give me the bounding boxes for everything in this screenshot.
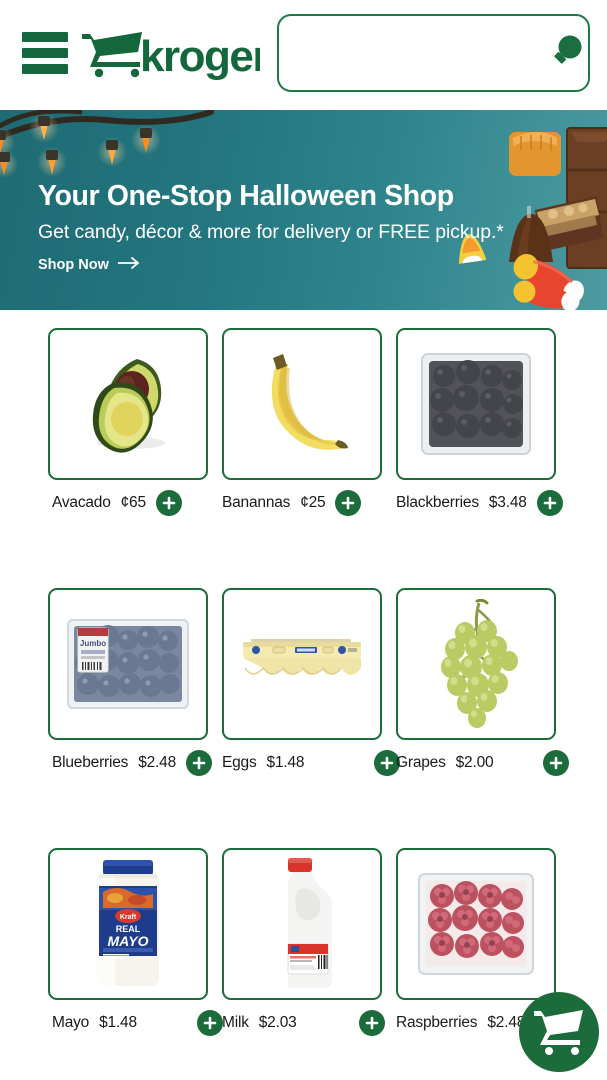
product-price: $2.48 xyxy=(138,754,176,771)
banner-text-block: Your One-Stop Halloween Shop Get candy, … xyxy=(38,180,504,273)
product-image-tile[interactable]: Jumbo xyxy=(48,588,208,740)
banana-image xyxy=(242,344,362,464)
add-to-cart-button[interactable] xyxy=(155,490,182,516)
product-image-tile[interactable] xyxy=(396,328,556,480)
raspberries-image xyxy=(414,868,538,980)
mayo-image: Kraft REAL MAYO xyxy=(85,858,171,990)
product-meta: Blueberries $2.48 xyxy=(52,750,212,776)
product-meta: Blackberries $3.48 xyxy=(396,490,563,516)
product-image-tile[interactable] xyxy=(222,848,382,1000)
halloween-promo-banner[interactable]: Your One-Stop Halloween Shop Get candy, … xyxy=(0,110,607,310)
product-meta: Grapes $2.00 xyxy=(396,750,570,776)
shopping-cart-icon xyxy=(533,1007,585,1058)
add-to-cart-button[interactable] xyxy=(543,750,570,776)
shop-now-label: Shop Now xyxy=(38,256,109,273)
product-row: Jumbo Blueberries $2.48 Eggs $1.48 Grape… xyxy=(0,570,607,830)
blackberries-image xyxy=(416,348,536,460)
add-to-cart-button[interactable] xyxy=(358,1010,385,1036)
product-meta: Banannas ¢25 xyxy=(222,490,362,516)
product-name: Avacado xyxy=(52,494,111,511)
product-name: Blackberries xyxy=(396,494,479,511)
product-image-tile[interactable] xyxy=(396,848,556,1000)
product-card-avacado: Avacado ¢65 xyxy=(48,328,208,516)
product-meta: Avacado ¢65 xyxy=(52,490,182,516)
product-image-tile[interactable]: Kraft REAL MAYO xyxy=(48,848,208,1000)
plus-icon xyxy=(203,1016,217,1030)
product-row: Avacado ¢65 Banannas ¢25 Blackberries $3… xyxy=(0,310,607,570)
plus-icon xyxy=(365,1016,379,1030)
search-bar[interactable] xyxy=(277,14,590,92)
product-image-tile[interactable] xyxy=(396,588,556,740)
svg-text:Kraft: Kraft xyxy=(120,914,137,921)
add-to-cart-button[interactable] xyxy=(186,750,212,776)
product-card-milk: Milk $2.03 xyxy=(222,848,385,1036)
product-image-tile[interactable] xyxy=(48,328,208,480)
arrow-right-icon xyxy=(116,257,142,273)
add-to-cart-button[interactable] xyxy=(196,1010,223,1036)
hamburger-bar xyxy=(22,48,68,58)
avocado-image xyxy=(69,345,187,463)
hamburger-bar xyxy=(22,32,68,42)
hamburger-bar xyxy=(22,64,68,74)
product-name: Mayo xyxy=(52,1014,90,1031)
product-image-tile[interactable] xyxy=(222,328,382,480)
svg-text:kroger: kroger xyxy=(140,32,260,81)
shop-now-link[interactable]: Shop Now xyxy=(38,257,142,273)
search-icon xyxy=(546,32,586,75)
floating-cart-button[interactable] xyxy=(519,992,599,1072)
plus-icon xyxy=(543,496,557,510)
product-row: Kraft REAL MAYO Mayo $1.48 Milk $2.03 Ra… xyxy=(0,830,607,1080)
product-image-tile[interactable] xyxy=(222,588,382,740)
product-meta: Mayo $1.48 xyxy=(52,1010,223,1036)
hamburger-menu-icon[interactable] xyxy=(22,32,68,74)
add-to-cart-button[interactable] xyxy=(335,490,362,516)
kroger-shopping-page: kroger Your One-Stop Halloween Shop Get … xyxy=(0,0,607,1080)
milk-image xyxy=(262,856,342,992)
product-card-mayo: Kraft REAL MAYO Mayo $1.48 xyxy=(48,848,223,1036)
product-meta: Milk $2.03 xyxy=(222,1010,385,1036)
product-card-blackberries: Blackberries $3.48 xyxy=(396,328,563,516)
product-name: Eggs xyxy=(222,754,257,771)
product-price: $2.00 xyxy=(455,754,494,771)
plus-icon xyxy=(162,496,176,510)
search-input[interactable] xyxy=(279,16,543,90)
product-card-raspberries: Raspberries $2.48 xyxy=(396,848,562,1036)
grapes-image xyxy=(421,599,531,729)
product-price: ¢65 xyxy=(120,494,146,511)
product-card-banannas: Banannas ¢25 xyxy=(222,328,382,516)
search-button[interactable] xyxy=(543,16,588,90)
plus-icon xyxy=(380,756,394,770)
product-price: $1.48 xyxy=(266,754,305,771)
product-card-blueberries: Jumbo Blueberries $2.48 xyxy=(48,588,212,776)
product-card-eggs: Eggs $1.48 xyxy=(222,588,401,776)
product-name: Raspberries xyxy=(396,1014,478,1031)
product-name: Milk xyxy=(222,1014,249,1031)
product-grid: Avacado ¢65 Banannas ¢25 Blackberries $3… xyxy=(0,310,607,1080)
product-name: Blueberries xyxy=(52,754,129,771)
app-header: kroger xyxy=(0,0,607,108)
add-to-cart-button[interactable] xyxy=(536,490,563,516)
plus-icon xyxy=(549,756,563,770)
product-meta: Eggs $1.48 xyxy=(222,750,401,776)
kroger-logo[interactable]: kroger xyxy=(80,26,260,82)
eggs-image xyxy=(239,634,365,694)
blueberries-image: Jumbo xyxy=(64,610,192,718)
product-price: $1.48 xyxy=(99,1014,137,1031)
product-card-grapes: Grapes $2.00 xyxy=(396,588,570,776)
product-price: $2.03 xyxy=(258,1014,297,1031)
product-name: Grapes xyxy=(396,754,446,771)
banner-title: Your One-Stop Halloween Shop xyxy=(38,180,454,212)
plus-icon xyxy=(341,496,355,510)
product-name: Banannas xyxy=(222,494,291,511)
product-price: $3.48 xyxy=(488,494,527,511)
product-price: ¢25 xyxy=(300,494,326,511)
plus-icon xyxy=(192,756,206,770)
banner-subtitle: Get candy, décor & more for delivery or … xyxy=(38,220,504,243)
svg-text:MAYO: MAYO xyxy=(108,933,149,949)
